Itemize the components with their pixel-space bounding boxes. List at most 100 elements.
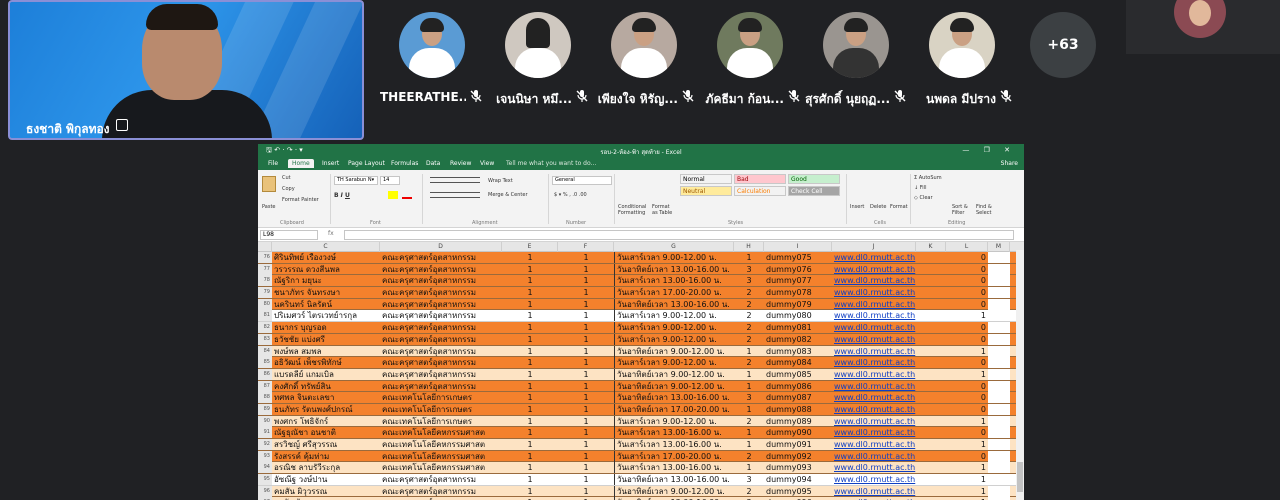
tab-page-layout[interactable]: Page Layout [344, 159, 389, 168]
table-cell-h[interactable]: 1 [734, 346, 764, 357]
row-number[interactable]: 76 [258, 252, 272, 263]
table-cell-f[interactable]: 1 [558, 462, 614, 473]
table-cell-e[interactable]: 1 [502, 369, 558, 380]
row-number[interactable]: 93 [258, 450, 272, 462]
column-header[interactable]: J [832, 242, 916, 252]
table-cell-k[interactable] [916, 346, 946, 357]
row-number[interactable]: 94 [258, 462, 272, 474]
table-cell-l[interactable]: 1 [946, 474, 988, 485]
table-cell-d[interactable]: คณะครุศาสตร์อุตสาหกรรม [380, 264, 502, 275]
align-icons[interactable] [430, 177, 480, 183]
table-cell-m[interactable] [988, 450, 1010, 462]
table-cell-k[interactable] [916, 369, 946, 380]
table-row[interactable]: 90 พงศกร โพธิจักร์ คณะเทคโนโลยีการเกษตร 1 1 ว… [258, 415, 1024, 428]
table-cell-h[interactable]: 2 [734, 486, 764, 497]
number-format-icons[interactable]: $ ▾ % , .0 .00 [554, 192, 587, 198]
table-cell-j[interactable]: www.dl0.rmutt.ac.th [832, 439, 916, 450]
table-cell-f[interactable]: 1 [558, 310, 614, 321]
table-cell-k[interactable] [916, 310, 946, 321]
table-cell-c[interactable]: สรวิชญ์ ศรีสุวรรณ [272, 439, 380, 450]
name-box[interactable]: L98 [260, 230, 318, 240]
table-cell-l[interactable]: 1 [946, 369, 988, 380]
table-cell-d[interactable]: คณะเทคโนโลยีการเกษตร [380, 392, 502, 403]
table-cell-f[interactable]: 1 [558, 334, 614, 345]
table-cell-i[interactable]: dummy087 [764, 392, 832, 403]
row-number[interactable]: 95 [258, 474, 272, 486]
table-cell-e[interactable]: 1 [502, 451, 558, 462]
font-name-select[interactable]: TH Sarabun N▾ [334, 176, 378, 185]
row-number[interactable]: 85 [258, 357, 272, 369]
table-cell-i[interactable]: dummy080 [764, 310, 832, 321]
share-button[interactable]: Share [1001, 160, 1018, 167]
row-number[interactable]: 90 [258, 415, 272, 427]
table-cell-m[interactable] [988, 298, 1010, 310]
table-cell-j[interactable]: www.dl0.rmutt.ac.th [832, 252, 916, 263]
table-cell-h[interactable]: 3 [734, 392, 764, 403]
tab-file[interactable]: File [264, 159, 282, 168]
table-cell-l[interactable]: 1 [946, 346, 988, 357]
table-cell-g[interactable]: วันเสาร์เวลา 9.00-12.00 น. [614, 310, 734, 322]
vertical-scrollbar[interactable] [1016, 250, 1024, 500]
table-cell-c[interactable]: ณัฐธุณัชา อนชาติ [272, 427, 380, 438]
table-cell-i[interactable]: dummy086 [764, 381, 832, 392]
table-cell-g[interactable]: วันเสาร์เวลา 9.00-12.00 น. [614, 415, 734, 427]
table-cell-f[interactable]: 1 [558, 299, 614, 310]
table-cell-g[interactable]: วันเสาร์เวลา 13.00-16.00 น. [614, 275, 734, 287]
table-row[interactable]: 77 วรวรรณ ดวงสีนพล คณะครุศาสตร์อุตสาหกรรม 1… [258, 263, 1024, 276]
table-cell-k[interactable] [916, 252, 946, 263]
table-cell-k[interactable] [916, 322, 946, 333]
table-cell-j[interactable]: www.dl0.rmutt.ac.th [832, 287, 916, 298]
table-cell-g[interactable]: วันอาทิตย์เวลา 9.00-12.00 น. [614, 345, 734, 357]
column-header[interactable]: K [916, 242, 946, 252]
table-cell-f[interactable]: 1 [558, 486, 614, 497]
table-cell-f[interactable]: 1 [558, 357, 614, 368]
table-cell-j[interactable]: www.dl0.rmutt.ac.th [832, 392, 916, 403]
style-neutral[interactable]: Neutral [680, 186, 732, 196]
table-cell-j[interactable]: www.dl0.rmutt.ac.th [832, 299, 916, 310]
column-header[interactable]: E [502, 242, 558, 252]
style-calculation[interactable]: Calculation [734, 186, 786, 196]
table-cell-k[interactable] [916, 357, 946, 368]
table-cell-e[interactable]: 1 [502, 462, 558, 473]
table-cell-l[interactable]: 0 [946, 287, 988, 298]
table-cell-j[interactable]: www.dl0.rmutt.ac.th [832, 474, 916, 485]
insert-cells-button[interactable]: Insert [850, 204, 864, 210]
table-cell-h[interactable]: 1 [734, 439, 764, 450]
table-cell-d[interactable]: คณะครุศาสตร์อุตสาหกรรม [380, 369, 502, 380]
table-cell-h[interactable]: 1 [734, 369, 764, 380]
row-number[interactable]: 84 [258, 345, 272, 357]
table-cell-j[interactable]: www.dl0.rmutt.ac.th [832, 427, 916, 438]
table-cell-h[interactable]: 2 [734, 310, 764, 321]
table-cell-l[interactable]: 0 [946, 264, 988, 275]
table-cell-m[interactable] [988, 415, 1010, 427]
table-cell-c[interactable]: ทศพล จินตะเลขา [272, 392, 380, 403]
table-cell-f[interactable]: 1 [558, 427, 614, 438]
table-row[interactable]: 76 ศิรินทิพย์ เรืองวงษ์ คณะครุศาสตร์อุตสาห… [258, 252, 1024, 264]
table-cell-d[interactable]: คณะเทคโนโลยีการเกษตร [380, 404, 502, 415]
table-cell-m[interactable] [988, 252, 1010, 263]
table-cell-d[interactable]: คณะครุศาสตร์อุตสาหกรรม [380, 334, 502, 345]
table-cell-l[interactable]: 0 [946, 427, 988, 438]
paste-button[interactable]: Paste [262, 204, 276, 210]
table-cell-d[interactable]: คณะครุศาสตร์อุตสาหกรรม [380, 310, 502, 321]
table-cell-k[interactable] [916, 474, 946, 485]
table-cell-k[interactable] [916, 416, 946, 427]
row-number[interactable]: 88 [258, 392, 272, 404]
format-cells-button[interactable]: Format [890, 204, 908, 210]
table-row[interactable]: 96 คมสัน ผิวุวรรณ คณะครุศาสตร์อุตสาหกรรม 1 1… [258, 485, 1024, 498]
row-number[interactable]: 89 [258, 403, 272, 415]
pin-icon[interactable] [116, 119, 128, 131]
table-cell-j[interactable]: www.dl0.rmutt.ac.th [832, 334, 916, 345]
table-cell-d[interactable]: คณะเทคโนโลยีคหกรรมศาสต [380, 427, 502, 438]
table-cell-e[interactable]: 1 [502, 439, 558, 450]
table-cell-c[interactable]: ธวัชชัย แบ่งศรี [272, 334, 380, 345]
scrollbar-thumb[interactable] [1017, 462, 1023, 492]
table-cell-j[interactable]: www.dl0.rmutt.ac.th [832, 404, 916, 415]
table-cell-m[interactable] [988, 322, 1010, 334]
table-cell-j[interactable]: www.dl0.rmutt.ac.th [832, 310, 916, 321]
column-header[interactable]: D [380, 242, 502, 252]
table-cell-e[interactable]: 1 [502, 381, 558, 392]
table-cell-g[interactable]: วันเสาร์เวลา 13.00-16.00 น. [614, 439, 734, 450]
table-cell-l[interactable]: 1 [946, 310, 988, 321]
table-cell-f[interactable]: 1 [558, 416, 614, 427]
